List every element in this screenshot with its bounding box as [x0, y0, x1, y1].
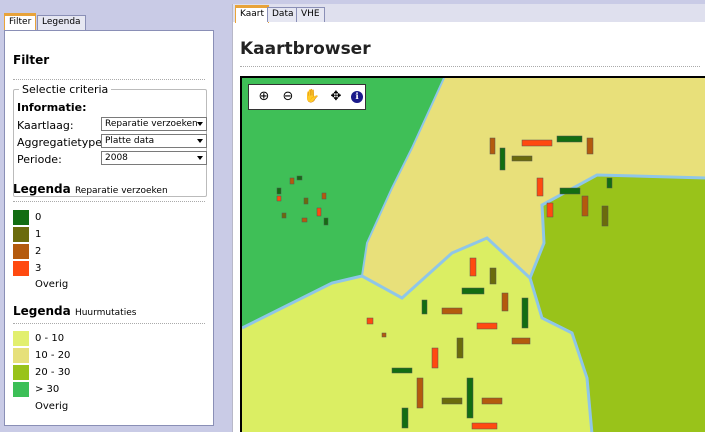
- legend-label: 10 - 20: [35, 350, 71, 361]
- kaartlaag-label: Kaartlaag:: [17, 119, 74, 132]
- info-icon[interactable]: ℹ: [351, 91, 363, 103]
- map-canvas[interactable]: ⊕ ⊖ ✋ ✥ ℹ: [240, 76, 705, 432]
- legend-label: 0: [35, 212, 42, 223]
- legend-swatch: [13, 210, 29, 225]
- legend-swatch: [13, 261, 29, 276]
- legend-swatch: [13, 348, 29, 363]
- aggregatietype-select[interactable]: Platte data: [101, 134, 207, 148]
- legend-label: 0 - 10: [35, 333, 65, 344]
- map-svg: [242, 78, 705, 432]
- periode-select[interactable]: 2008: [101, 151, 207, 165]
- tab-filter[interactable]: Filter: [4, 13, 37, 31]
- legend-label: > 30: [35, 384, 60, 395]
- filter-panel: Filter Selectie criteria Informatie: Kaa…: [4, 30, 214, 426]
- pan-hand-icon[interactable]: ✋: [303, 88, 321, 106]
- fieldset-legend: Selectie criteria: [19, 83, 112, 96]
- legend-label: Overig: [35, 279, 69, 290]
- zoom-out-icon[interactable]: ⊖: [279, 88, 297, 106]
- legend-huurmutaties-heading: Legenda Huurmutaties: [13, 304, 136, 318]
- legend-subtitle: Huurmutaties: [74, 308, 137, 318]
- legend-swatch: [13, 382, 29, 397]
- tab-vhe[interactable]: VHE: [296, 7, 325, 22]
- map-toolbar: ⊕ ⊖ ✋ ✥ ℹ: [248, 84, 366, 110]
- kaartlaag-value: Reparatie verzoeken: [105, 119, 198, 129]
- periode-label: Periode:: [17, 153, 62, 166]
- left-panel: Filter Legenda Filter Selectie criteria …: [4, 12, 214, 426]
- divider: [13, 79, 205, 80]
- legend-title: Legenda: [13, 182, 71, 196]
- legend-label: 3: [35, 263, 42, 274]
- legend-swatch: [13, 331, 29, 346]
- legend-label: 2: [35, 246, 42, 257]
- zoom-in-icon[interactable]: ⊕: [255, 88, 273, 106]
- divider: [13, 201, 205, 202]
- legend-swatch: [13, 227, 29, 242]
- legend-subtitle: Reparatie verzoeken: [74, 186, 168, 196]
- aggregatietype-value: Platte data: [105, 136, 155, 146]
- chevron-down-icon: [197, 156, 203, 160]
- divider: [240, 66, 700, 67]
- legend-swatch: [13, 365, 29, 380]
- legend-label: Overig: [35, 401, 69, 412]
- legend-title: Legenda: [13, 304, 71, 318]
- legend-label: 20 - 30: [35, 367, 71, 378]
- chevron-down-icon: [197, 139, 203, 143]
- informatie-heading: Informatie:: [17, 101, 87, 114]
- legend-label: 1: [35, 229, 42, 240]
- left-tabbar: Filter Legenda: [4, 12, 214, 31]
- periode-value: 2008: [105, 153, 128, 163]
- aggregatietype-label: Aggregatietype:: [17, 136, 106, 149]
- chevron-down-icon: [197, 122, 203, 126]
- filter-title: Filter: [13, 53, 50, 67]
- right-tabbar: Kaart Data VHE: [233, 4, 705, 23]
- full-extent-icon[interactable]: ✥: [327, 88, 345, 106]
- tab-legenda[interactable]: Legenda: [37, 15, 86, 30]
- tab-data[interactable]: Data: [267, 7, 299, 22]
- page-title: Kaartbrowser: [240, 39, 371, 59]
- tab-kaart[interactable]: Kaart: [235, 5, 270, 23]
- right-panel: Kaart Data VHE Kaartbrowser ⊕ ⊖ ✋ ✥ ℹ: [232, 4, 705, 432]
- legend-swatch: [13, 244, 29, 259]
- kaartlaag-select[interactable]: Reparatie verzoeken: [101, 117, 207, 131]
- divider: [13, 323, 205, 324]
- legend-reparatie-heading: Legenda Reparatie verzoeken: [13, 182, 168, 196]
